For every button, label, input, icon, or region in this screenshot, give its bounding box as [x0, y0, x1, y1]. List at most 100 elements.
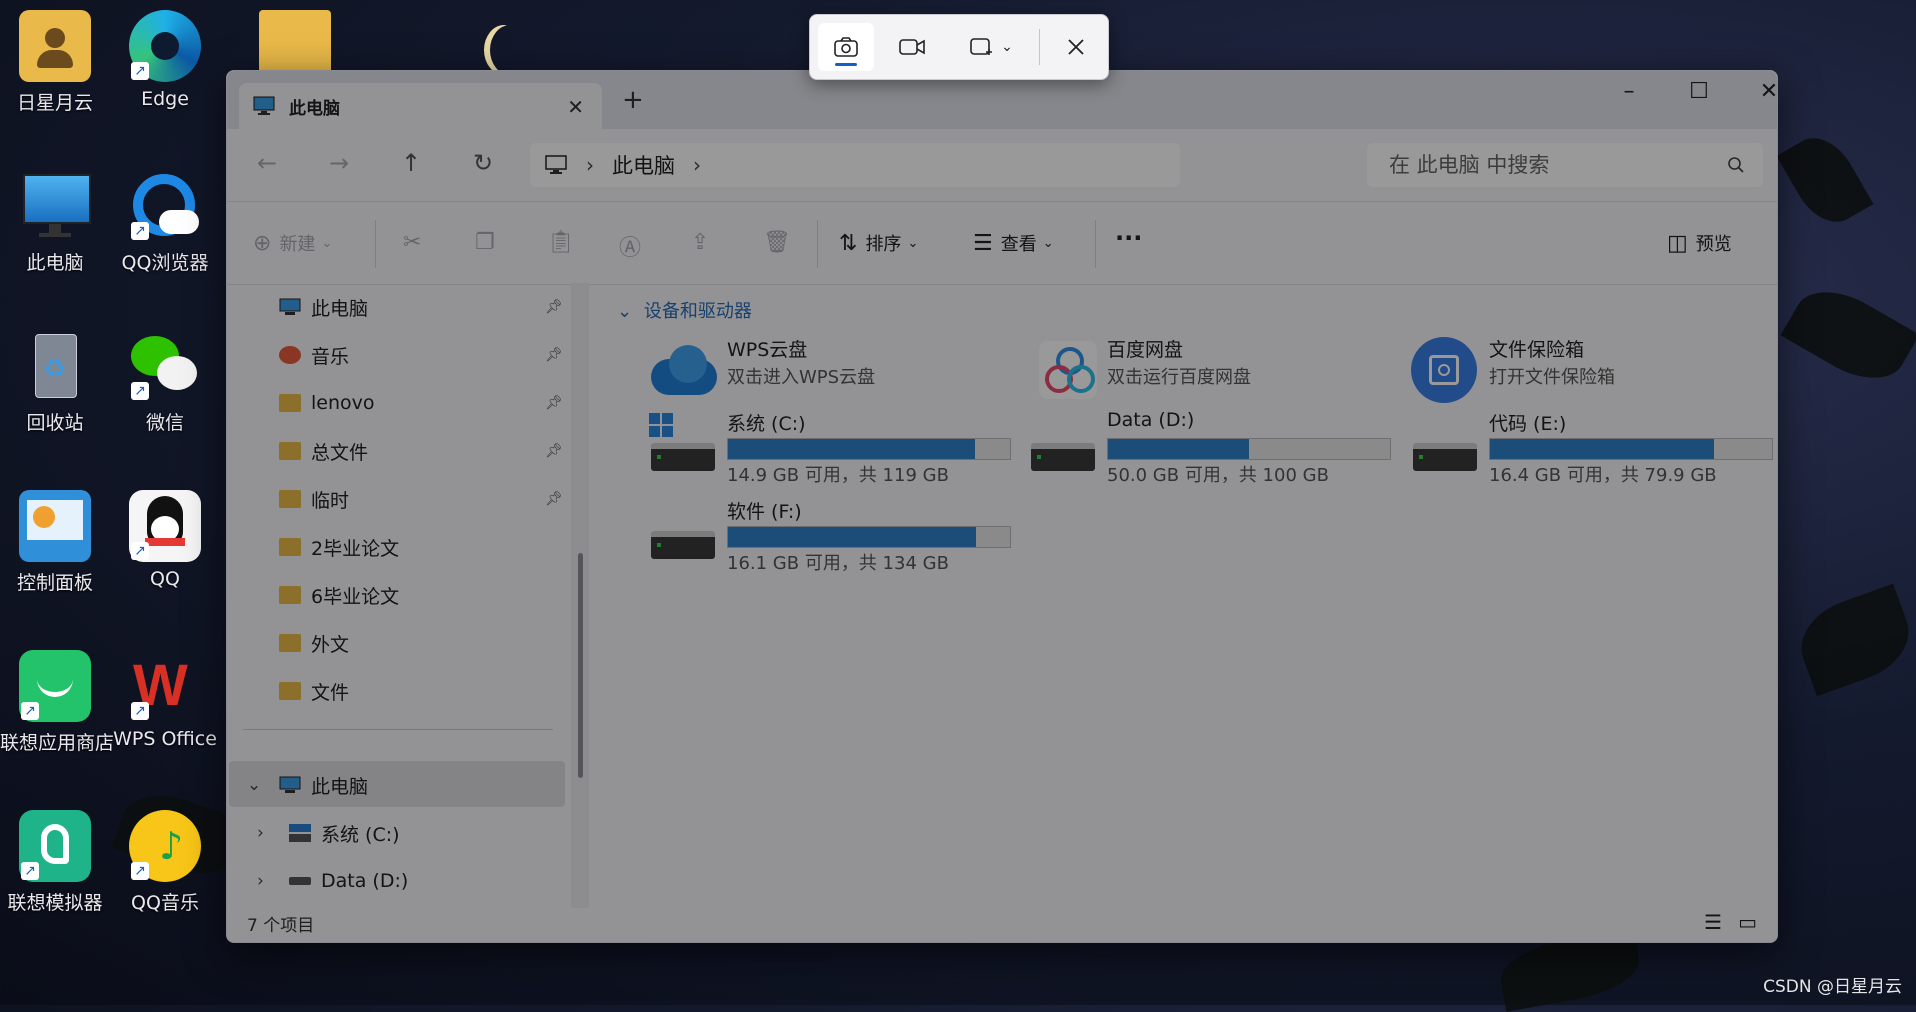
nav-scrollbar[interactable] — [571, 283, 589, 908]
screenshot-mode-button[interactable] — [818, 23, 874, 71]
pin-icon[interactable]: 📌︎ — [545, 347, 563, 363]
desktop-icon[interactable]: ♪ ↗ QQ音乐 — [110, 810, 220, 915]
lenovo-store-icon: ↗ — [19, 650, 91, 722]
tab-this-pc[interactable]: 此电脑 ✕ — [239, 83, 602, 129]
snip-shape-dropdown[interactable]: ⌄ — [958, 23, 1024, 71]
details-view-icon[interactable]: ☰ — [1704, 910, 1722, 934]
close-snip-button[interactable] — [1048, 23, 1104, 71]
chevron-right-icon[interactable]: › — [257, 823, 264, 843]
sort-button[interactable]: ⇅ 排序 ⌄ — [839, 230, 918, 256]
breadcrumb-this-pc[interactable]: 此电脑 — [612, 150, 675, 180]
refresh-button[interactable]: ↻ — [463, 149, 503, 177]
nav-item-folder[interactable]: 总文件 📌︎ — [227, 429, 567, 473]
windows-drive-icon — [289, 824, 311, 842]
copy-button[interactable]: ❐ — [475, 230, 503, 255]
group-header[interactable]: ⌄ 设备和驱动器 — [617, 297, 752, 323]
chevron-right-icon[interactable]: › — [693, 153, 701, 177]
nav-item-folder[interactable]: 6毕业论文 — [227, 573, 567, 617]
new-button[interactable]: ⊕ 新建 ⌄ — [253, 230, 332, 256]
chevron-down-icon[interactable]: ⌄ — [247, 775, 261, 795]
desktop-icon[interactable]: W ↗ WPS Office — [110, 650, 220, 751]
content-pane: ⌄ 设备和驱动器 WPS云盘 双击进入WPS云盘 百度网盘 双击运行百度网盘 文… — [607, 283, 1777, 913]
desktop-icon[interactable]: ↗ QQ浏览器 — [110, 170, 220, 275]
drive-tile-c[interactable]: 系统 (C:) 14.9 GB 可用，共 119 GB — [647, 407, 1017, 486]
forward-button[interactable]: → — [319, 149, 359, 177]
chevron-down-icon: ⌄ — [907, 235, 919, 251]
user-folder-icon — [19, 10, 91, 82]
nav-item-folder[interactable]: 文件 — [227, 669, 567, 713]
drive-tile-f[interactable]: 软件 (F:) 16.1 GB 可用，共 134 GB — [647, 495, 1017, 574]
desktop-icon[interactable]: ↗ 微信 — [110, 330, 220, 435]
minimize-button[interactable]: – — [1607, 79, 1651, 104]
desktop-icon[interactable]: ↗ QQ — [110, 490, 220, 590]
video-mode-button[interactable] — [884, 23, 940, 71]
tree-item-this-pc[interactable]: ⌄ 此电脑 — [227, 763, 567, 807]
wps-cloud-icon — [647, 337, 717, 399]
search-input[interactable] — [1387, 152, 1727, 178]
cloud-tile-wps[interactable]: WPS云盘 双击进入WPS云盘 — [647, 333, 1017, 405]
folder-icon — [279, 634, 301, 652]
drive-tile-d[interactable]: Data (D:) 50.0 GB 可用，共 100 GB — [1027, 407, 1397, 486]
cloud-tile-safe[interactable]: 文件保险箱 打开文件保险箱 — [1409, 333, 1777, 405]
close-window-button[interactable]: ✕ — [1747, 79, 1777, 104]
address-bar-row: ← → ↑ ↻ › 此电脑 › — [227, 129, 1777, 201]
snipping-toolbar: ⌄ — [809, 14, 1109, 80]
pin-icon[interactable]: 📌︎ — [545, 299, 563, 315]
back-button[interactable]: ← — [247, 149, 287, 177]
qq-browser-icon: ↗ — [129, 170, 201, 242]
wps-icon: W ↗ — [131, 653, 188, 720]
cloud-tile-baidu[interactable]: 百度网盘 双击运行百度网盘 — [1027, 333, 1397, 405]
chevron-right-icon[interactable]: › — [257, 871, 264, 891]
desktop-icon[interactable]: ↗ Edge — [110, 10, 220, 110]
desktop-icon[interactable]: 此电脑 — [0, 170, 110, 275]
new-tab-button[interactable]: + — [622, 85, 644, 115]
drive-icon — [647, 499, 717, 561]
share-button[interactable]: ⇪ — [691, 230, 717, 255]
up-button[interactable]: ↑ — [391, 149, 431, 177]
close-icon — [1068, 39, 1084, 55]
desktop-icon[interactable]: ↗ 联想应用商店 — [0, 650, 114, 755]
delete-button[interactable]: 🗑︎ — [763, 230, 799, 255]
search-box[interactable] — [1367, 143, 1763, 187]
drive-tile-e[interactable]: 代码 (E:) 16.4 GB 可用，共 79.9 GB — [1409, 407, 1777, 486]
active-indicator — [835, 63, 857, 66]
nav-item-music[interactable]: 音乐 📌︎ — [227, 333, 567, 377]
more-options-button[interactable]: ··· — [1115, 224, 1142, 252]
view-button[interactable]: ☰ 查看 ⌄ — [973, 230, 1054, 256]
leaf-decoration — [1789, 583, 1916, 697]
preview-pane-icon: ◫ — [1667, 230, 1688, 256]
maximize-button[interactable]: ☐ — [1677, 79, 1721, 104]
tree-item-drive-d[interactable]: › Data (D:) — [227, 859, 567, 903]
pin-icon[interactable]: 📌︎ — [545, 491, 563, 507]
nav-item-this-pc[interactable]: 此电脑 📌︎ — [227, 285, 567, 329]
computer-icon — [545, 155, 567, 174]
tree-item-drive-c[interactable]: › 系统 (C:) — [227, 811, 567, 855]
chevron-down-icon: ⌄ — [1001, 39, 1013, 55]
desktop-icon[interactable]: 控制面板 — [0, 490, 110, 595]
nav-item-folder[interactable]: lenovo 📌︎ — [227, 381, 567, 425]
desktop-icon[interactable]: 日星月云 — [0, 10, 110, 115]
cut-button[interactable]: ✂ — [403, 230, 429, 255]
video-camera-icon — [899, 39, 925, 55]
drive-usage-bar — [1107, 438, 1391, 460]
drive-usage-bar — [727, 526, 1011, 548]
nav-item-folder[interactable]: 外文 — [227, 621, 567, 665]
rectangle-snip-icon — [970, 38, 993, 55]
desktop-icon[interactable]: ♻ 回收站 — [0, 330, 110, 435]
rename-button[interactable]: Ⓐ — [619, 230, 649, 262]
preview-pane-button[interactable]: ◫ 预览 — [1667, 230, 1732, 256]
pin-icon[interactable]: 📌︎ — [545, 395, 563, 411]
view-list-icon: ☰ — [973, 230, 993, 256]
close-tab-icon[interactable]: ✕ — [567, 95, 584, 119]
tiles-view-icon[interactable]: ▭ — [1738, 910, 1757, 934]
chevron-down-icon: ⌄ — [617, 301, 633, 322]
nav-item-folder[interactable]: 2毕业论文 — [227, 525, 567, 569]
address-bar[interactable]: › 此电脑 › — [530, 143, 1180, 187]
desktop-icon[interactable]: ↗ 联想模拟器 — [0, 810, 110, 915]
nav-item-folder[interactable]: 临时 📌︎ — [227, 477, 567, 521]
scrollbar-thumb[interactable] — [578, 553, 583, 778]
pin-icon[interactable]: 📌︎ — [545, 443, 563, 459]
folder-icon — [279, 394, 301, 412]
paste-button[interactable]: 📋︎ — [547, 230, 583, 255]
divider — [1039, 29, 1040, 65]
